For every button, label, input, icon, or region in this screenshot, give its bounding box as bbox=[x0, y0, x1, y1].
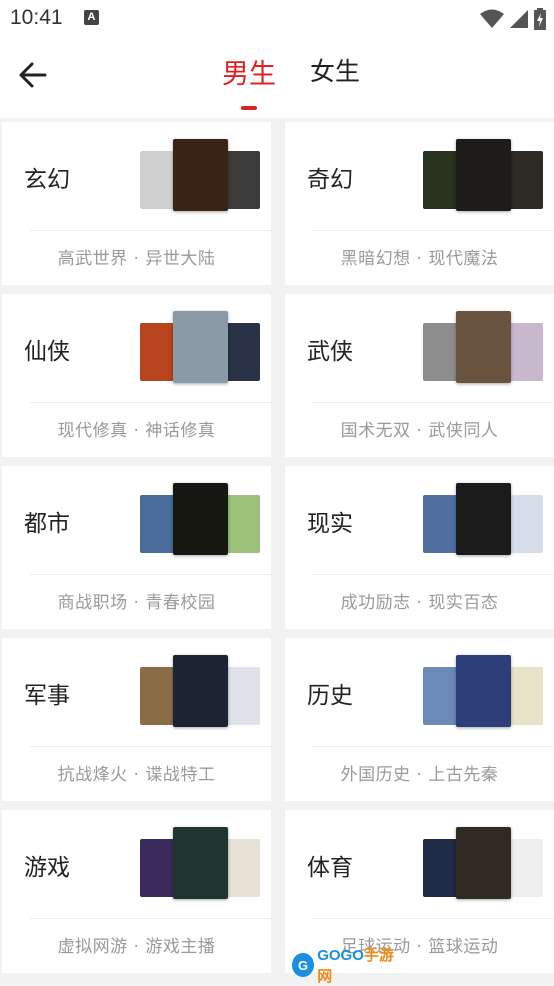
category-card-xianxia[interactable]: 仙侠 现代修真 · 神话修真 bbox=[2, 294, 271, 457]
divider bbox=[30, 230, 271, 231]
book-cover bbox=[226, 151, 260, 209]
category-card-dushi[interactable]: 都市 商战职场 · 青春校园 bbox=[2, 466, 271, 629]
book-cover bbox=[173, 139, 228, 211]
book-covers bbox=[140, 139, 260, 211]
book-cover bbox=[456, 655, 511, 727]
category-title: 奇幻 bbox=[307, 167, 353, 193]
battery-icon bbox=[534, 8, 546, 30]
category-card-qihuan[interactable]: 奇幻 黑暗幻想 · 现代魔法 bbox=[285, 122, 554, 285]
category-card-youxi[interactable]: 游戏 虚拟网游 · 游戏主播 bbox=[2, 810, 271, 973]
book-cover bbox=[173, 311, 228, 383]
category-subtitle: 商战职场 · 青春校园 bbox=[57, 593, 216, 613]
divider bbox=[30, 746, 271, 747]
book-cover bbox=[509, 151, 543, 209]
category-subtitle: 虚拟网游 · 游戏主播 bbox=[57, 937, 216, 957]
category-title: 玄幻 bbox=[24, 167, 70, 193]
tab-male[interactable]: 男生 bbox=[220, 52, 278, 110]
book-cover bbox=[509, 667, 543, 725]
book-covers bbox=[423, 139, 543, 211]
book-covers bbox=[423, 311, 543, 383]
divider bbox=[30, 918, 271, 919]
category-card-xuanhuan[interactable]: 玄幻 高武世界 · 异世大陆 bbox=[2, 122, 271, 285]
tab-female-label: 女生 bbox=[309, 57, 360, 86]
divider bbox=[313, 918, 554, 919]
watermark-brand: GOGO bbox=[317, 947, 364, 964]
watermark-logo: G GOGO手游网 bbox=[292, 947, 402, 985]
category-grid: 玄幻 高武世界 · 异世大陆 奇幻 黑暗幻想 · 现代魔法 仙侠 现代修真 · … bbox=[0, 118, 554, 986]
category-subtitle: 国术无双 · 武侠同人 bbox=[340, 421, 499, 441]
category-subtitle: 现代修真 · 神话修真 bbox=[57, 421, 216, 441]
category-title: 都市 bbox=[24, 511, 70, 537]
book-cover bbox=[509, 323, 543, 381]
book-cover bbox=[173, 827, 228, 899]
category-card-lishi[interactable]: 历史 外国历史 · 上古先秦 bbox=[285, 638, 554, 801]
divider bbox=[313, 402, 554, 403]
watermark-text: GOGO手游网 bbox=[317, 944, 402, 986]
category-card-wuxia[interactable]: 武侠 国术无双 · 武侠同人 bbox=[285, 294, 554, 457]
book-covers bbox=[423, 655, 543, 727]
book-cover bbox=[173, 483, 228, 555]
book-cover bbox=[226, 667, 260, 725]
divider bbox=[313, 230, 554, 231]
category-title: 现实 bbox=[307, 511, 353, 537]
book-covers bbox=[140, 311, 260, 383]
book-covers bbox=[140, 483, 260, 555]
divider bbox=[313, 746, 554, 747]
book-cover bbox=[456, 311, 511, 383]
tab-male-label: 男生 bbox=[221, 59, 276, 90]
category-title: 历史 bbox=[307, 683, 353, 709]
book-cover bbox=[226, 495, 260, 553]
category-title: 游戏 bbox=[24, 855, 70, 881]
book-covers bbox=[423, 483, 543, 555]
tab-female[interactable]: 女生 bbox=[308, 52, 362, 91]
book-covers bbox=[423, 827, 543, 899]
category-title: 武侠 bbox=[307, 339, 353, 365]
category-subtitle: 外国历史 · 上古先秦 bbox=[340, 765, 499, 785]
watermark-icon: G bbox=[292, 953, 315, 977]
category-subtitle: 抗战烽火 · 谍战特工 bbox=[57, 765, 216, 785]
category-subtitle: 黑暗幻想 · 现代魔法 bbox=[340, 249, 499, 269]
category-subtitle: 高武世界 · 异世大陆 bbox=[57, 249, 216, 269]
book-cover bbox=[456, 483, 511, 555]
status-time: 10:41 bbox=[10, 6, 63, 29]
divider bbox=[30, 402, 271, 403]
status-bar: 10:41 A bbox=[0, 0, 554, 38]
gender-tabs: 男生 女生 bbox=[0, 52, 554, 110]
book-covers bbox=[140, 655, 260, 727]
book-cover bbox=[509, 495, 543, 553]
book-cover bbox=[456, 827, 511, 899]
wifi-icon bbox=[480, 9, 504, 28]
book-cover bbox=[226, 839, 260, 897]
book-covers bbox=[140, 827, 260, 899]
category-title: 仙侠 bbox=[24, 339, 70, 365]
signal-icon bbox=[510, 10, 528, 28]
category-title: 体育 bbox=[307, 855, 353, 881]
book-cover bbox=[456, 139, 511, 211]
category-card-xianshi[interactable]: 现实 成功励志 · 现实百态 bbox=[285, 466, 554, 629]
top-bar: 男生 女生 bbox=[0, 38, 554, 118]
status-icons bbox=[480, 8, 546, 30]
active-tab-indicator bbox=[240, 106, 257, 110]
divider bbox=[30, 574, 271, 575]
notification-icon: A bbox=[84, 10, 99, 25]
category-subtitle: 成功励志 · 现实百态 bbox=[340, 593, 499, 613]
book-cover bbox=[226, 323, 260, 381]
book-cover bbox=[173, 655, 228, 727]
book-cover bbox=[509, 839, 543, 897]
category-title: 军事 bbox=[24, 683, 70, 709]
divider bbox=[313, 574, 554, 575]
category-card-junshi[interactable]: 军事 抗战烽火 · 谍战特工 bbox=[2, 638, 271, 801]
